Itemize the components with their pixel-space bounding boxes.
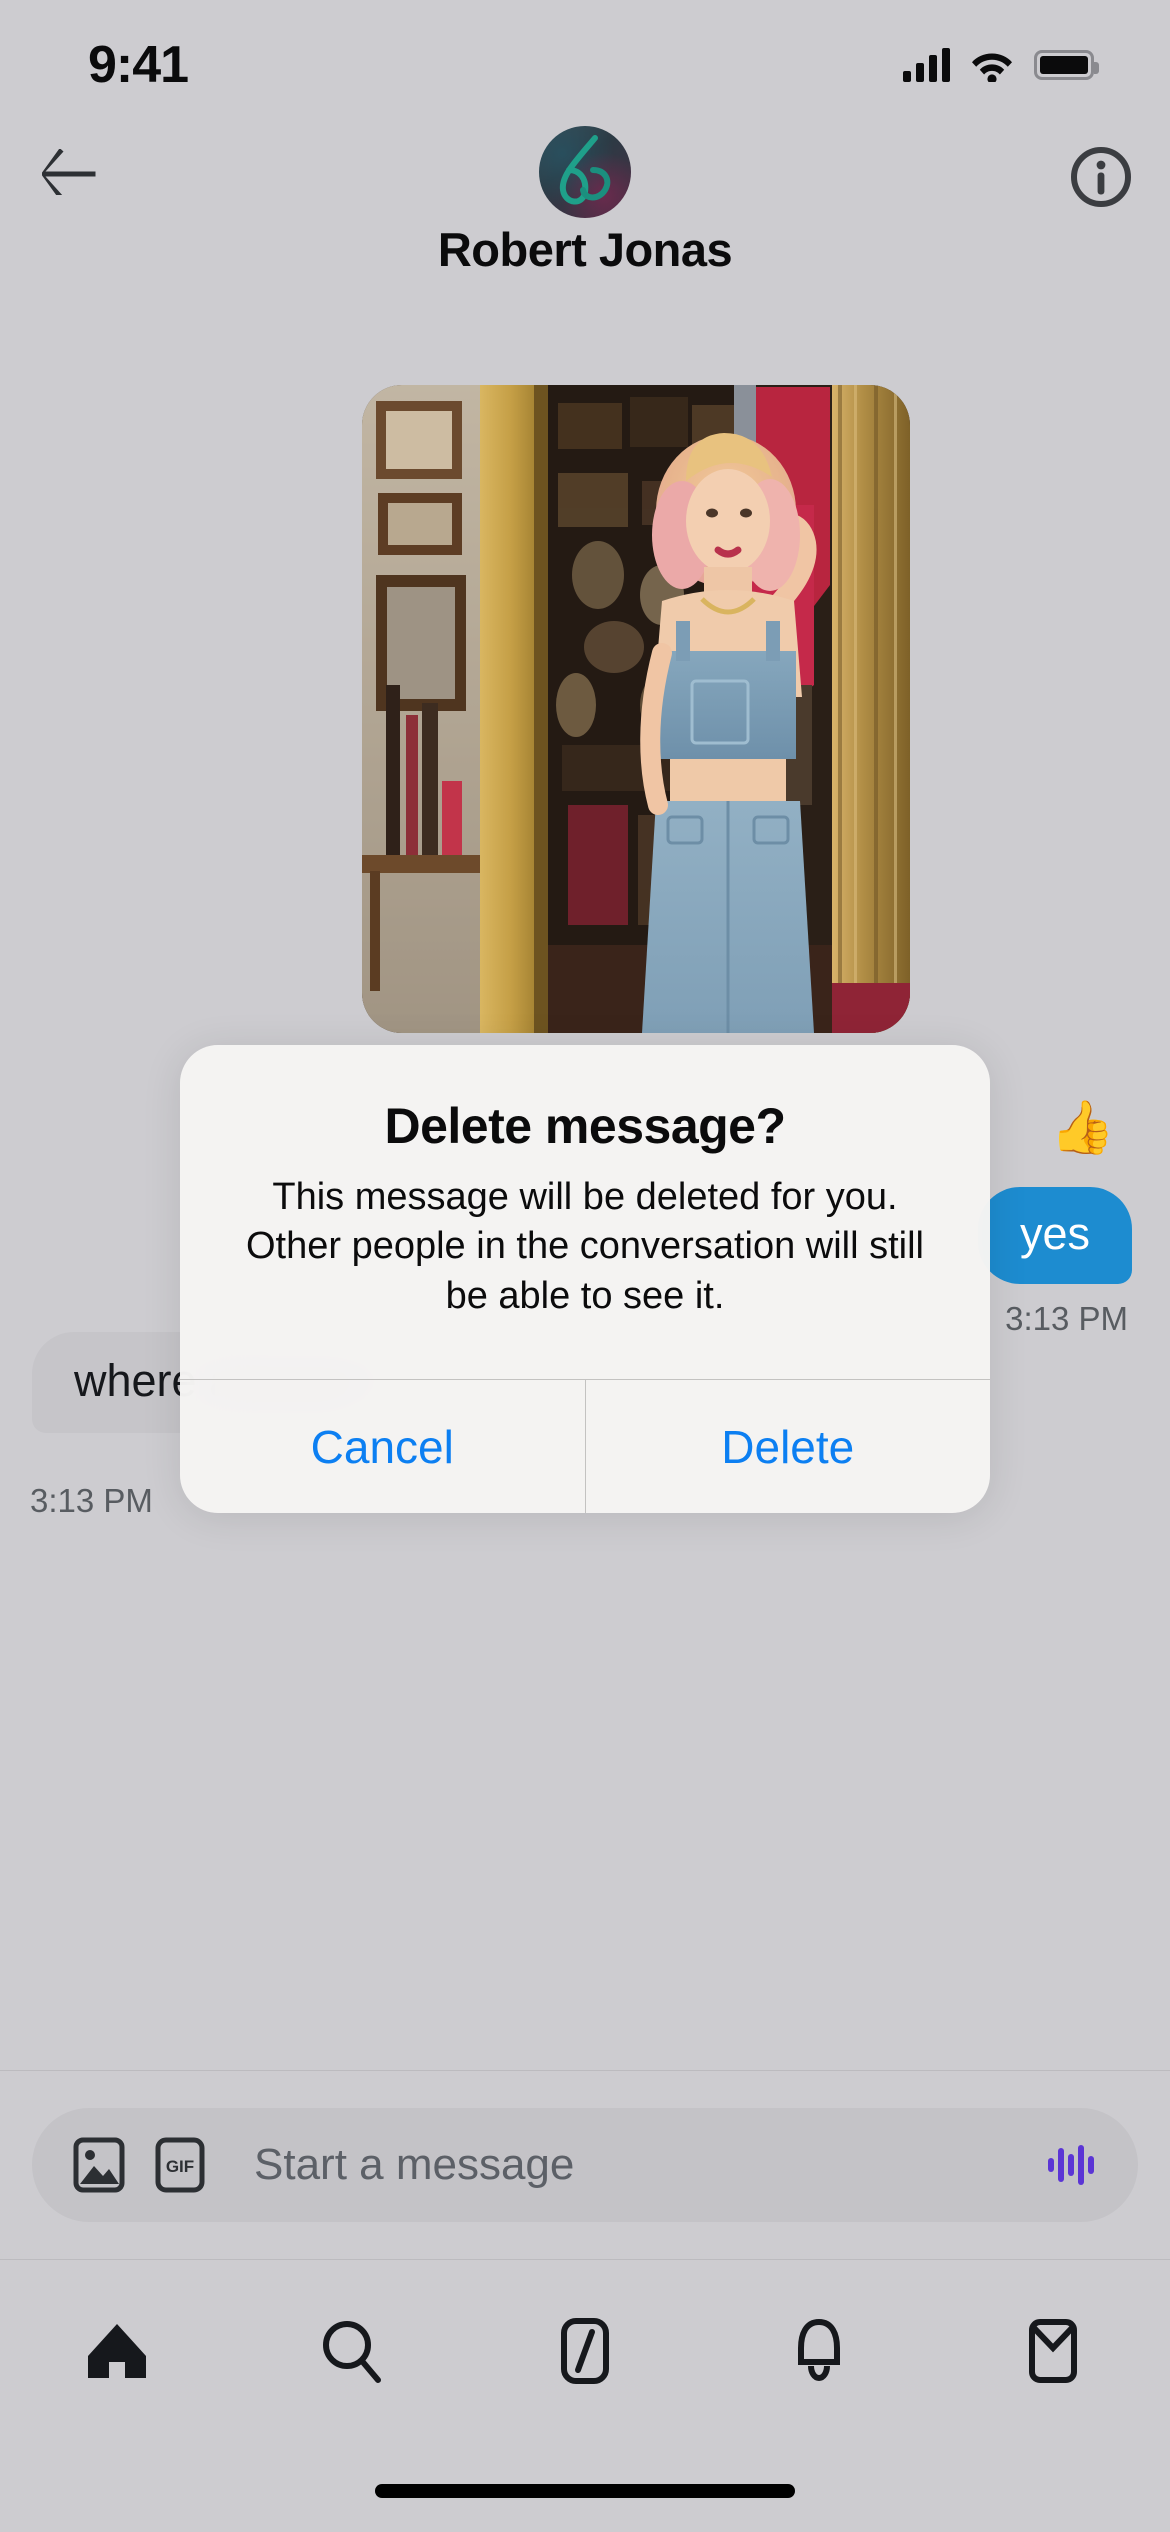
delete-button[interactable]: Delete bbox=[584, 1380, 991, 1514]
dialog-overlay: Delete message? This message will be del… bbox=[0, 0, 1170, 2532]
delete-message-dialog: Delete message? This message will be del… bbox=[180, 1045, 991, 1514]
dialog-title: Delete message? bbox=[384, 1098, 786, 1154]
cancel-button[interactable]: Cancel bbox=[180, 1380, 585, 1513]
dialog-body: Delete message? This message will be del… bbox=[180, 1045, 990, 1379]
dialog-actions: Cancel Delete bbox=[180, 1379, 991, 1514]
dialog-message: This message will be deleted for you. Ot… bbox=[245, 1176, 924, 1317]
